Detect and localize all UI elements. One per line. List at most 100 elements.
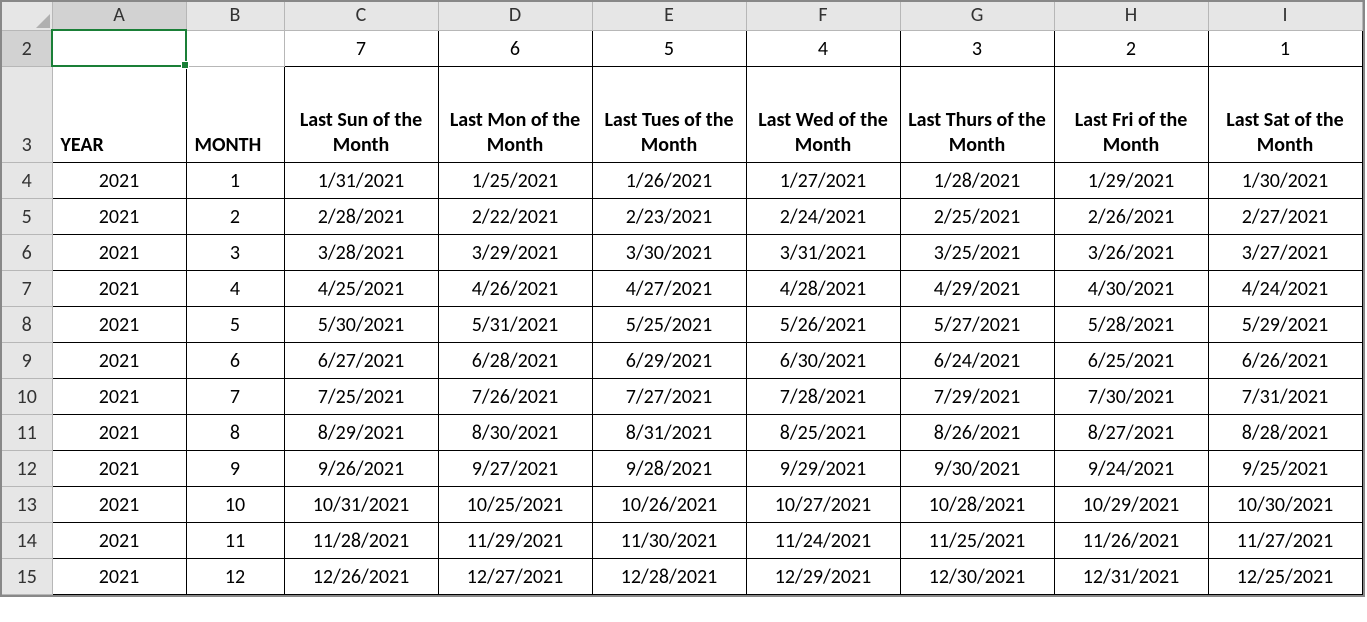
cell-B15[interactable]: 12 (186, 558, 284, 594)
cell-F9[interactable]: 6/30/2021 (746, 342, 900, 378)
cell-E8[interactable]: 5/25/2021 (592, 306, 746, 342)
cell-B3[interactable]: MONTH (186, 66, 284, 162)
cell-I11[interactable]: 8/28/2021 (1208, 414, 1362, 450)
cell-G9[interactable]: 6/24/2021 (900, 342, 1054, 378)
cell-C12[interactable]: 9/26/2021 (284, 450, 438, 486)
cell-A7[interactable]: 2021 (52, 270, 186, 306)
cell-A2[interactable] (52, 30, 186, 66)
cell-A12[interactable]: 2021 (52, 450, 186, 486)
cell-I2[interactable]: 1 (1208, 30, 1362, 66)
row-head-12[interactable]: 12 (2, 450, 52, 486)
col-head-E[interactable]: E (592, 2, 746, 30)
col-head-H[interactable]: H (1054, 2, 1208, 30)
cell-D6[interactable]: 3/29/2021 (438, 234, 592, 270)
cell-C6[interactable]: 3/28/2021 (284, 234, 438, 270)
cell-D15[interactable]: 12/27/2021 (438, 558, 592, 594)
grid[interactable]: A B C D E F G H I 2 7 6 5 4 3 2 1 3 YEAR (2, 2, 1363, 595)
cell-D9[interactable]: 6/28/2021 (438, 342, 592, 378)
cell-B5[interactable]: 2 (186, 198, 284, 234)
cell-D13[interactable]: 10/25/2021 (438, 486, 592, 522)
cell-F6[interactable]: 3/31/2021 (746, 234, 900, 270)
col-head-D[interactable]: D (438, 2, 592, 30)
cell-H12[interactable]: 9/24/2021 (1054, 450, 1208, 486)
cell-G11[interactable]: 8/26/2021 (900, 414, 1054, 450)
cell-I10[interactable]: 7/31/2021 (1208, 378, 1362, 414)
cell-C9[interactable]: 6/27/2021 (284, 342, 438, 378)
row-head-14[interactable]: 14 (2, 522, 52, 558)
row-head-10[interactable]: 10 (2, 378, 52, 414)
row-head-5[interactable]: 5 (2, 198, 52, 234)
cell-B8[interactable]: 5 (186, 306, 284, 342)
cell-D10[interactable]: 7/26/2021 (438, 378, 592, 414)
cell-E11[interactable]: 8/31/2021 (592, 414, 746, 450)
cell-H15[interactable]: 12/31/2021 (1054, 558, 1208, 594)
cell-I3[interactable]: Last Sat of the Month (1208, 66, 1362, 162)
cell-A8[interactable]: 2021 (52, 306, 186, 342)
row-head-13[interactable]: 13 (2, 486, 52, 522)
row-head-11[interactable]: 11 (2, 414, 52, 450)
cell-A13[interactable]: 2021 (52, 486, 186, 522)
cell-G13[interactable]: 10/28/2021 (900, 486, 1054, 522)
cell-H4[interactable]: 1/29/2021 (1054, 162, 1208, 198)
cell-H7[interactable]: 4/30/2021 (1054, 270, 1208, 306)
cell-E12[interactable]: 9/28/2021 (592, 450, 746, 486)
cell-G8[interactable]: 5/27/2021 (900, 306, 1054, 342)
cell-G10[interactable]: 7/29/2021 (900, 378, 1054, 414)
row-head-15[interactable]: 15 (2, 558, 52, 594)
cell-G12[interactable]: 9/30/2021 (900, 450, 1054, 486)
cell-C5[interactable]: 2/28/2021 (284, 198, 438, 234)
col-head-F[interactable]: F (746, 2, 900, 30)
col-head-I[interactable]: I (1208, 2, 1362, 30)
cell-H2[interactable]: 2 (1054, 30, 1208, 66)
cell-E9[interactable]: 6/29/2021 (592, 342, 746, 378)
cell-F15[interactable]: 12/29/2021 (746, 558, 900, 594)
cell-A5[interactable]: 2021 (52, 198, 186, 234)
cell-D7[interactable]: 4/26/2021 (438, 270, 592, 306)
cell-E7[interactable]: 4/27/2021 (592, 270, 746, 306)
row-head-9[interactable]: 9 (2, 342, 52, 378)
cell-E13[interactable]: 10/26/2021 (592, 486, 746, 522)
fill-handle[interactable] (181, 61, 189, 69)
cell-A14[interactable]: 2021 (52, 522, 186, 558)
cell-G2[interactable]: 3 (900, 30, 1054, 66)
cell-E2[interactable]: 5 (592, 30, 746, 66)
cell-I13[interactable]: 10/30/2021 (1208, 486, 1362, 522)
cell-E15[interactable]: 12/28/2021 (592, 558, 746, 594)
cell-C8[interactable]: 5/30/2021 (284, 306, 438, 342)
cell-A6[interactable]: 2021 (52, 234, 186, 270)
cell-E4[interactable]: 1/26/2021 (592, 162, 746, 198)
col-head-C[interactable]: C (284, 2, 438, 30)
cell-B10[interactable]: 7 (186, 378, 284, 414)
cell-H5[interactable]: 2/26/2021 (1054, 198, 1208, 234)
cell-D11[interactable]: 8/30/2021 (438, 414, 592, 450)
cell-D12[interactable]: 9/27/2021 (438, 450, 592, 486)
cell-D5[interactable]: 2/22/2021 (438, 198, 592, 234)
cell-G7[interactable]: 4/29/2021 (900, 270, 1054, 306)
cell-H8[interactable]: 5/28/2021 (1054, 306, 1208, 342)
cell-H6[interactable]: 3/26/2021 (1054, 234, 1208, 270)
cell-G14[interactable]: 11/25/2021 (900, 522, 1054, 558)
cell-C13[interactable]: 10/31/2021 (284, 486, 438, 522)
cell-H10[interactable]: 7/30/2021 (1054, 378, 1208, 414)
cell-G5[interactable]: 2/25/2021 (900, 198, 1054, 234)
cell-C15[interactable]: 12/26/2021 (284, 558, 438, 594)
cell-I4[interactable]: 1/30/2021 (1208, 162, 1362, 198)
cell-A3[interactable]: YEAR (52, 66, 186, 162)
cell-I14[interactable]: 11/27/2021 (1208, 522, 1362, 558)
cell-I12[interactable]: 9/25/2021 (1208, 450, 1362, 486)
cell-I15[interactable]: 12/25/2021 (1208, 558, 1362, 594)
cell-H14[interactable]: 11/26/2021 (1054, 522, 1208, 558)
col-head-G[interactable]: G (900, 2, 1054, 30)
cell-G6[interactable]: 3/25/2021 (900, 234, 1054, 270)
cell-F11[interactable]: 8/25/2021 (746, 414, 900, 450)
cell-B14[interactable]: 11 (186, 522, 284, 558)
cell-B2[interactable] (186, 30, 284, 66)
cell-E10[interactable]: 7/27/2021 (592, 378, 746, 414)
cell-G15[interactable]: 12/30/2021 (900, 558, 1054, 594)
cell-D4[interactable]: 1/25/2021 (438, 162, 592, 198)
cell-F5[interactable]: 2/24/2021 (746, 198, 900, 234)
cell-D8[interactable]: 5/31/2021 (438, 306, 592, 342)
cell-G3[interactable]: Last Thurs of the Month (900, 66, 1054, 162)
cell-D14[interactable]: 11/29/2021 (438, 522, 592, 558)
cell-I6[interactable]: 3/27/2021 (1208, 234, 1362, 270)
